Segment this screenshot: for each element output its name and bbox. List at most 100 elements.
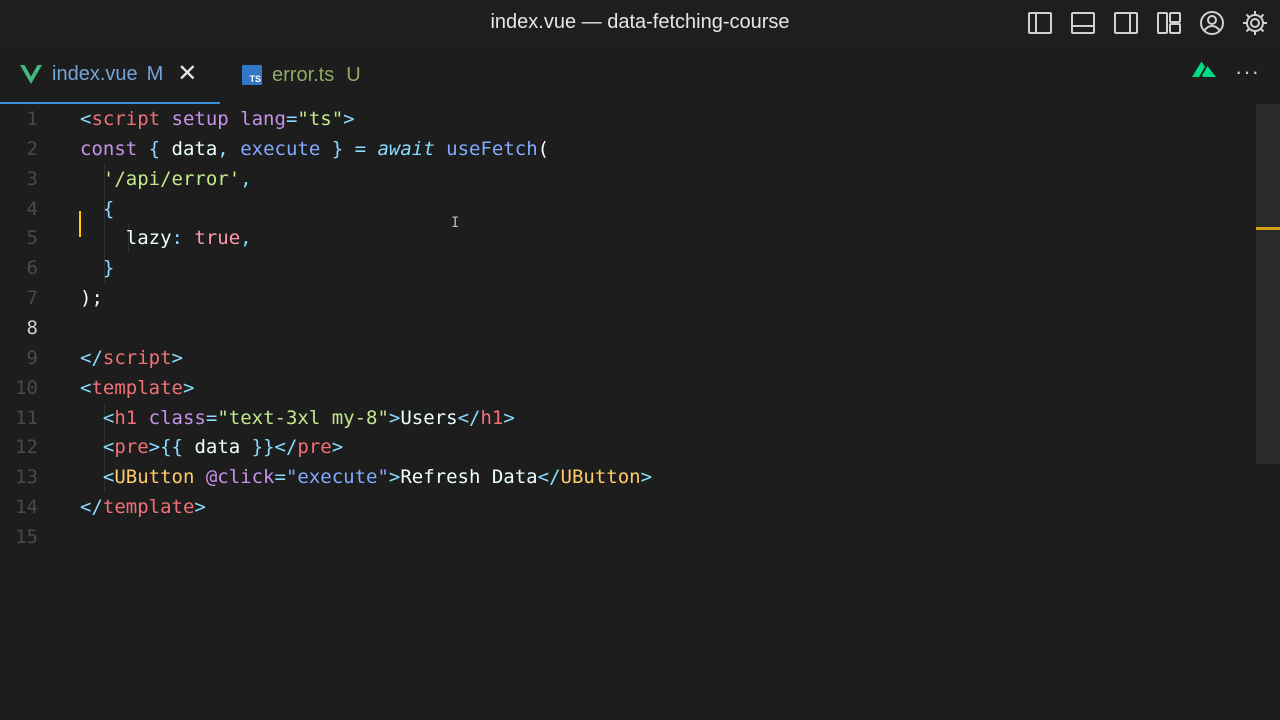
- code-token: }: [320, 137, 355, 160]
- code-line[interactable]: 8: [0, 313, 1250, 343]
- code-token: >: [182, 376, 195, 399]
- mouse-ibeam-cursor: I: [451, 215, 460, 231]
- code-token: h1: [480, 406, 504, 429]
- code-text: );: [80, 283, 103, 313]
- nuxt-icon[interactable]: [1191, 60, 1217, 83]
- code-line[interactable]: 3 '/api/error',: [0, 163, 1250, 194]
- line-number: 12: [15, 436, 38, 459]
- code-token: script: [91, 108, 161, 130]
- close-icon[interactable]: ✕: [177, 62, 197, 86]
- line-number: 11: [15, 406, 38, 429]
- code-text: const { data, execute } = await useFetch…: [80, 134, 549, 164]
- code-token: (: [537, 137, 550, 160]
- code-token: data: [183, 436, 252, 459]
- code-line[interactable]: 2 const { data, execute } = await useFetc…: [0, 134, 1250, 164]
- code-token: </: [274, 436, 298, 459]
- code-line[interactable]: 1 <script setup lang="ts">: [0, 104, 1250, 134]
- code-text: <script setup lang="ts">: [80, 104, 355, 134]
- code-text: <pre>{{ data }}</pre>: [80, 432, 343, 462]
- code-token: >: [503, 406, 515, 429]
- code-line[interactable]: 9 </script>: [0, 343, 1250, 373]
- code-line[interactable]: 7);: [0, 283, 1250, 313]
- code-token: h1: [114, 406, 138, 429]
- account-icon[interactable]: [1197, 8, 1227, 38]
- code-token: }: [80, 257, 115, 280]
- more-actions-icon[interactable]: ···: [1235, 60, 1260, 82]
- code-token: <: [80, 436, 115, 459]
- code-token: >: [171, 346, 183, 369]
- line-number: 3: [26, 167, 38, 190]
- code-token: '/api/error': [80, 167, 241, 190]
- code-line[interactable]: 5 lazy: true,: [0, 223, 1250, 254]
- code-token: =: [285, 108, 298, 130]
- code-text: lazy: true,: [80, 223, 252, 253]
- code-token: class: [137, 406, 206, 429]
- code-token: :: [171, 227, 195, 250]
- code-line[interactable]: 6 }: [0, 253, 1250, 284]
- code-token: pre: [114, 436, 149, 459]
- line-number: 6: [26, 257, 38, 280]
- code-line[interactable]: 12 <pre>{{ data }}</pre>: [0, 432, 1250, 463]
- code-token: {: [80, 197, 115, 220]
- tab-index-vue[interactable]: index.vue M ✕: [0, 46, 220, 104]
- code-token: UButton: [560, 466, 641, 489]
- line-number: 15: [15, 525, 38, 548]
- code-token: execute: [240, 137, 321, 160]
- code-text: </script>: [80, 343, 183, 373]
- title-bar-actions: [1025, 8, 1270, 38]
- code-token: </: [80, 496, 103, 519]
- tab-label: error.ts: [272, 63, 335, 86]
- code-token: <: [80, 108, 92, 130]
- line-number: 14: [15, 496, 38, 519]
- line-number: 2: [26, 137, 38, 160]
- line-number: 7: [26, 287, 38, 310]
- code-token: template: [102, 496, 195, 519]
- code-token: @click: [194, 466, 275, 489]
- code-line[interactable]: 15: [0, 522, 1250, 552]
- gear-icon[interactable]: [1240, 8, 1270, 38]
- code-line[interactable]: 4 {: [0, 193, 1250, 224]
- code-token: {: [137, 137, 172, 160]
- text-cursor: [79, 211, 81, 237]
- code-token: >: [388, 406, 401, 429]
- code-token: >: [331, 436, 344, 459]
- editor-actions: ···: [1191, 60, 1260, 83]
- code-token: "execute": [285, 466, 389, 489]
- untracked-badge: U: [346, 63, 361, 86]
- code-token: true: [194, 227, 241, 250]
- line-number: 4: [26, 197, 38, 220]
- vertical-scrollbar[interactable]: [1256, 104, 1280, 464]
- code-text: {: [80, 194, 114, 224]
- toggle-panel-icon[interactable]: [1068, 8, 1098, 38]
- toggle-secondary-sidebar-icon[interactable]: [1111, 8, 1141, 38]
- code-line[interactable]: 10 <template>: [0, 373, 1250, 403]
- code-token: =: [274, 466, 286, 489]
- code-line[interactable]: 14 </template>: [0, 492, 1250, 522]
- code-token: setup lang: [160, 108, 286, 130]
- code-token: >: [640, 466, 653, 489]
- code-line[interactable]: 11 <h1 class="text-3xl my-8">Users</h1>: [0, 402, 1250, 433]
- code-token: ,: [240, 167, 252, 190]
- code-token: =: [205, 406, 218, 429]
- tab-label: index.vue: [52, 62, 138, 85]
- code-token: "ts": [297, 108, 344, 130]
- code-token: Users: [400, 406, 458, 429]
- code-token: useFetch: [434, 137, 538, 160]
- customize-layout-icon[interactable]: [1154, 8, 1184, 38]
- code-token: <: [80, 376, 92, 399]
- code-text: '/api/error',: [80, 164, 252, 194]
- title-bar: index.vue — data-fetching-course: [0, 0, 1280, 46]
- line-number: 5: [26, 227, 38, 250]
- code-text: <h1 class="text-3xl my-8">Users</h1>: [80, 403, 515, 433]
- toggle-primary-sidebar-icon[interactable]: [1025, 8, 1055, 38]
- code-token: );: [80, 287, 103, 310]
- code-token: >: [148, 436, 161, 459]
- line-number: 13: [15, 466, 38, 489]
- tab-error-ts[interactable]: TS error.ts U: [238, 46, 398, 104]
- code-token: </: [457, 406, 481, 429]
- code-editor[interactable]: 1 <script setup lang="ts"> 2 const { data, …: [0, 104, 1280, 720]
- code-token: <: [80, 406, 115, 429]
- code-token: await: [377, 137, 435, 160]
- code-line[interactable]: 13 <UButton @click="execute">Refresh Dat…: [0, 462, 1250, 493]
- code-token: </: [537, 466, 561, 489]
